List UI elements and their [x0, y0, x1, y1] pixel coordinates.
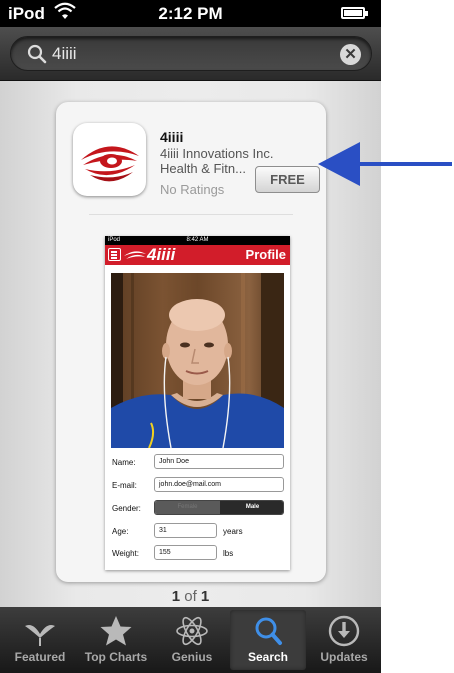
- preview-brand: 4iiii: [147, 245, 176, 264]
- star-icon: [100, 616, 132, 646]
- app-rating: No Ratings: [160, 182, 225, 197]
- status-bar: iPod 2:12 PM: [0, 0, 381, 27]
- weight-field[interactable]: 155: [154, 545, 217, 560]
- tab-updates-label: Updates: [320, 650, 368, 664]
- search-icon: [27, 44, 47, 64]
- page-total: 1: [200, 588, 210, 605]
- age-field[interactable]: 31: [154, 523, 217, 538]
- tab-featured-label: Featured: [14, 650, 66, 664]
- age-unit: years: [223, 527, 243, 536]
- brand-swoosh-icon: [124, 251, 146, 259]
- card-divider: [89, 214, 293, 215]
- search-query: 4iiii: [52, 44, 77, 63]
- page-indicator: 1 of 1: [0, 588, 381, 605]
- email-label: E-mail:: [112, 481, 137, 490]
- 4iiii-logo-icon: [81, 146, 139, 182]
- tab-bar: Featured Top Charts Genius Search Update…: [0, 607, 381, 673]
- clear-search-button[interactable]: ✕: [340, 44, 361, 65]
- page-separator: of: [184, 588, 197, 605]
- weight-label: Weight:: [112, 549, 139, 558]
- app-category: Health & Fitn...: [160, 161, 246, 176]
- weight-unit: lbs: [223, 549, 234, 558]
- gender-male-option[interactable]: Male: [220, 501, 283, 514]
- search-input[interactable]: 4iiii ✕: [10, 36, 372, 71]
- search-icon: [255, 617, 282, 645]
- tab-featured[interactable]: Featured: [2, 610, 78, 670]
- featured-icon: [25, 625, 55, 646]
- gender-label: Gender:: [112, 504, 141, 513]
- download-icon: [328, 615, 360, 647]
- atom-icon: [176, 616, 208, 646]
- search-bar: 4iiii ✕: [0, 27, 381, 81]
- age-label: Age:: [112, 527, 129, 536]
- profile-photo: [111, 273, 284, 448]
- status-time: 2:12 PM: [158, 4, 223, 23]
- preview-header: 4iiii Profile: [105, 245, 290, 265]
- gender-female-option[interactable]: Female: [155, 501, 220, 514]
- preview-title: Profile: [245, 247, 286, 262]
- preview-time: 8:42 AM: [186, 237, 209, 243]
- preview-status-bar: iPod 8:42 AM: [105, 236, 290, 245]
- app-developer: 4iiii Innovations Inc.: [160, 146, 274, 161]
- app-result-card[interactable]: 4iiii 4iiii Innovations Inc. Health & Fi…: [56, 102, 326, 582]
- tab-updates[interactable]: Updates: [306, 610, 381, 670]
- gender-selector[interactable]: Female Male: [154, 500, 284, 515]
- email-field[interactable]: john.doe@mail.com: [154, 477, 284, 492]
- tab-search[interactable]: Search: [230, 610, 306, 670]
- tab-top-charts[interactable]: Top Charts: [78, 610, 154, 670]
- app-screenshot-preview[interactable]: iPod 8:42 AM 4iiii Profile Name: John Do…: [105, 236, 290, 570]
- menu-icon: [108, 248, 121, 261]
- tab-top-charts-label: Top Charts: [84, 650, 148, 664]
- blue-arrow-annotation: [318, 142, 452, 186]
- name-label: Name:: [112, 458, 136, 467]
- app-name[interactable]: 4iiii: [160, 129, 183, 145]
- app-icon[interactable]: [73, 123, 146, 196]
- page-current: 1: [171, 588, 181, 605]
- phone-screen: iPod 2:12 PM 4iiii ✕ 4iiii 4iiii Innovat…: [0, 0, 381, 673]
- tab-search-label: Search: [247, 650, 289, 664]
- tab-genius-label: Genius: [171, 650, 213, 664]
- tab-genius[interactable]: Genius: [154, 610, 230, 670]
- battery-icon: [341, 7, 368, 19]
- name-field[interactable]: John Doe: [154, 454, 284, 469]
- free-button[interactable]: FREE: [255, 166, 320, 193]
